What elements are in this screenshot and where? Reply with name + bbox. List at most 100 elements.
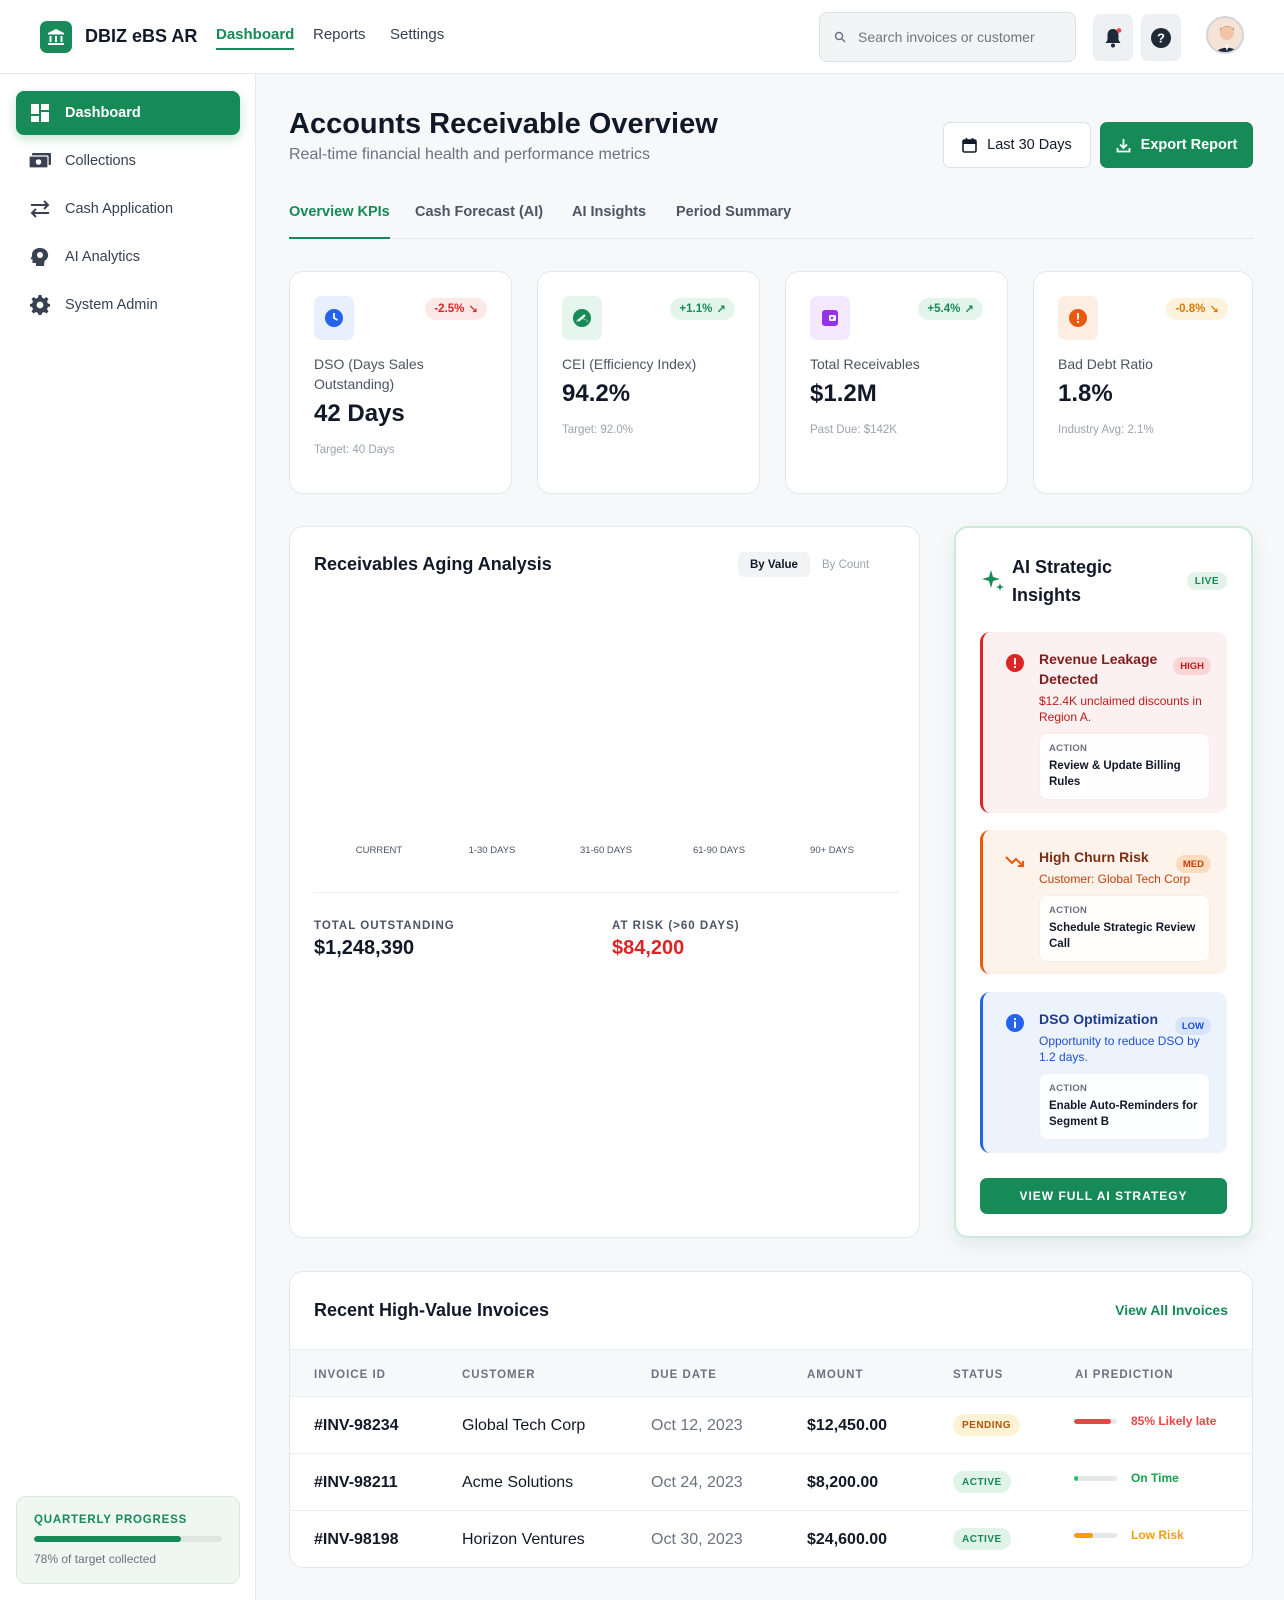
prediction-text: On Time	[1131, 1471, 1179, 1485]
aging-analysis-panel: Receivables Aging Analysis By Value By C…	[289, 526, 920, 1238]
progress-text: 78% of target collected	[34, 1552, 157, 1566]
insight-card-churn-risk[interactable]: High Churn Risk MED Customer: Global Tec…	[980, 830, 1227, 974]
sidebar-item-dashboard[interactable]: Dashboard	[16, 91, 240, 135]
progress-bar	[34, 1536, 222, 1542]
date-range-label: Last 30 Days	[987, 137, 1072, 153]
quarterly-progress-card: QUARTERLY PROGRESS 78% of target collect…	[16, 1496, 240, 1584]
invoices-panel: Recent High-Value Invoices View All Invo…	[289, 1271, 1253, 1568]
sidebar-item-label: AI Analytics	[65, 249, 140, 265]
kpi-value: 94.2%	[562, 380, 631, 407]
kpi-footnote: Past Due: $142K	[810, 424, 897, 436]
sidebar-item-cash-application[interactable]: Cash Application	[16, 187, 240, 231]
invoice-id[interactable]: #INV-98198	[314, 1531, 399, 1549]
table-row[interactable]: #INV-98198 Horizon Ventures Oct 30, 2023…	[290, 1511, 1252, 1567]
tab-period-summary[interactable]: Period Summary	[676, 204, 791, 239]
sidebar-item-system-admin[interactable]: System Admin	[16, 283, 240, 327]
brain-icon	[29, 246, 51, 268]
avatar[interactable]	[1206, 16, 1244, 54]
kpi-badge-value: -0.8%	[1175, 303, 1206, 315]
bank-icon[interactable]	[40, 21, 72, 53]
column-header[interactable]: AMOUNT	[807, 1369, 863, 1381]
customer-name: Global Tech Corp	[462, 1417, 586, 1434]
sidebar-item-label: Collections	[65, 153, 136, 169]
aging-title: Receivables Aging Analysis	[314, 554, 552, 574]
column-header[interactable]: INVOICE ID	[314, 1369, 386, 1381]
insight-description: Opportunity to reduce DSO by 1.2 days.	[1039, 1034, 1200, 1064]
prediction-bar	[1074, 1419, 1117, 1424]
column-header[interactable]: AI PREDICTION	[1075, 1369, 1174, 1381]
notifications-button[interactable]	[1093, 14, 1133, 61]
invoices-title: Recent High-Value Invoices	[314, 1300, 550, 1320]
kpi-label: Bad Debt Ratio	[1058, 356, 1153, 372]
action-label: ACTION	[1049, 905, 1088, 916]
search-box[interactable]	[819, 12, 1076, 62]
trend-up-icon: ↗	[716, 304, 726, 316]
help-button[interactable]: ?	[1141, 14, 1181, 61]
action-label: ACTION	[1049, 1083, 1088, 1094]
invoice-id[interactable]: #INV-98234	[314, 1417, 399, 1435]
ai-insights-panel: AI Strategic Insights LIVE Revenue Leaka…	[954, 526, 1253, 1238]
tab-cash-forecast[interactable]: Cash Forecast (AI)	[415, 204, 543, 239]
view-full-ai-strategy-button[interactable]: VIEW FULL AI STRATEGY	[980, 1178, 1227, 1214]
export-report-label: Export Report	[1140, 137, 1238, 153]
kpi-card-dso: -2.5% ↘ DSO (Days Sales Outstanding) 42 D…	[289, 271, 512, 494]
live-badge: LIVE	[1186, 572, 1227, 590]
status-badge: ACTIVE	[953, 1528, 1011, 1550]
kpi-badge: -0.8% ↘	[1166, 298, 1228, 320]
insight-description: Customer: Global Tech Corp	[1039, 872, 1191, 886]
swap-arrows-icon	[29, 198, 51, 220]
tab-ai-insights[interactable]: AI Insights	[572, 204, 646, 239]
wallet-icon	[810, 296, 850, 340]
insight-action[interactable]: ACTION Review & Update Billing Rules	[1039, 733, 1210, 800]
due-date: Oct 24, 2023	[651, 1474, 743, 1491]
insight-action[interactable]: ACTION Schedule Strategic Review Call	[1039, 895, 1210, 962]
toggle-by-count[interactable]: By Count	[810, 552, 881, 577]
sparkle-icon	[982, 570, 1004, 591]
download-icon	[1116, 138, 1131, 152]
insight-card-dso-optimization[interactable]: DSO Optimization LOW Opportunity to redu…	[980, 992, 1227, 1153]
dashboard-icon	[29, 102, 51, 124]
nav-settings[interactable]: Settings	[390, 26, 444, 43]
customer-name: Acme Solutions	[462, 1474, 574, 1491]
insight-action[interactable]: ACTION Enable Auto-Reminders for Segment…	[1039, 1073, 1210, 1140]
prediction-bar	[1074, 1476, 1117, 1481]
export-report-button[interactable]: Export Report	[1100, 122, 1253, 168]
date-range-button[interactable]: Last 30 Days	[943, 122, 1091, 168]
tab-bar: Overview KPIs Cash Forecast (AI) AI Insi…	[289, 196, 1253, 239]
kpi-value: $1.2M	[810, 380, 877, 407]
kpi-label: CEI (Efficiency Index)	[562, 356, 697, 372]
nav-dashboard[interactable]: Dashboard	[216, 26, 295, 50]
view-all-invoices-link[interactable]: View All Invoices	[1115, 1302, 1228, 1318]
column-header[interactable]: CUSTOMER	[462, 1369, 536, 1381]
sidebar-item-ai-analytics[interactable]: AI Analytics	[16, 235, 240, 279]
top-bar: DBIZ eBS AR Dashboard Reports Settings ?	[0, 0, 1284, 74]
status-badge: PENDING	[953, 1414, 1021, 1436]
invoice-id[interactable]: #INV-98211	[314, 1474, 398, 1492]
sidebar-item-collections[interactable]: Collections	[16, 139, 240, 183]
search-input[interactable]	[858, 29, 1058, 45]
svg-text:?: ?	[1157, 30, 1165, 45]
amount: $8,200.00	[807, 1474, 879, 1491]
table-row[interactable]: #INV-98234 Global Tech Corp Oct 12, 2023…	[290, 1397, 1252, 1454]
search-icon	[834, 31, 846, 43]
aging-category-label: 31-60 DAYS	[579, 845, 633, 856]
kpi-footnote: Industry Avg: 2.1%	[1058, 424, 1154, 436]
brand-name: DBIZ eBS AR	[85, 26, 198, 46]
tab-overview-kpis[interactable]: Overview KPIs	[289, 204, 390, 239]
aging-category-label: 61-90 DAYS	[692, 845, 746, 856]
sidebar-item-label: System Admin	[65, 297, 158, 313]
at-risk-label: AT RISK (>60 DAYS)	[612, 920, 740, 932]
insight-card-revenue-leakage[interactable]: Revenue Leakage Detected HIGH $12.4K unc…	[980, 632, 1227, 813]
toggle-by-value[interactable]: By Value	[738, 552, 810, 577]
column-header[interactable]: STATUS	[953, 1369, 1003, 1381]
kpi-card-cei: +1.1% ↗ CEI (Efficiency Index) 94.2% Targ…	[537, 271, 760, 494]
page-title: Accounts Receivable Overview	[289, 108, 718, 140]
nav-reports[interactable]: Reports	[313, 26, 366, 43]
divider	[314, 892, 899, 893]
gear-icon	[29, 294, 51, 316]
column-header[interactable]: DUE DATE	[651, 1369, 717, 1381]
kpi-badge: -2.5% ↘	[425, 298, 487, 320]
table-row[interactable]: #INV-98211 Acme Solutions Oct 24, 2023 $…	[290, 1454, 1252, 1511]
kpi-value: 42 Days	[314, 400, 405, 427]
money-icon	[29, 150, 51, 172]
